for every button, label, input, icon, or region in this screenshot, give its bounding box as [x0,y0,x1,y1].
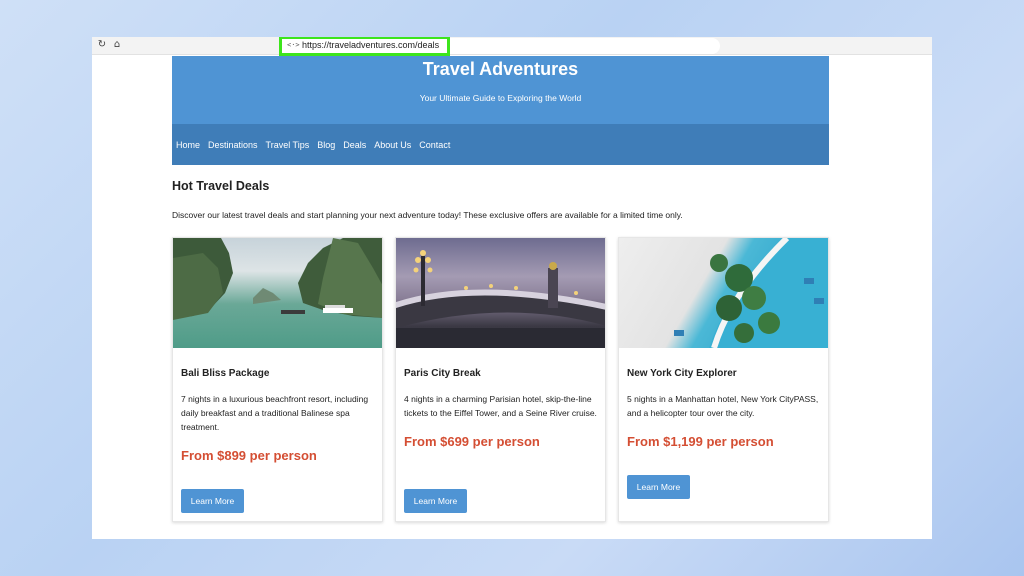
learn-more-button[interactable]: Learn More [181,489,244,513]
section-title: Hot Travel Deals [172,179,270,193]
site-title: Travel Adventures [422,59,579,79]
deal-title: Paris City Break [404,368,481,379]
web-page: Travel Adventures Your Ultimate Guide to… [172,56,829,522]
nav-item-home[interactable]: Home [176,140,200,150]
new-york-image [619,238,828,348]
paris-image [396,238,605,348]
nav-item-destinations[interactable]: Destinations [208,140,258,150]
nav-item-about-us[interactable]: About Us [374,140,411,150]
nav-item-travel-tips[interactable]: Travel Tips [266,140,310,150]
learn-more-button[interactable]: Learn More [404,489,467,513]
site-tagline: Your Ultimate Guide to Exploring the Wor… [419,93,582,103]
main-nav: Home Destinations Travel Tips Blog Deals… [172,124,829,165]
home-icon[interactable]: ⌂ [110,38,124,52]
deal-price: From $699 per person [404,434,540,449]
learn-more-button[interactable]: Learn More [627,475,690,499]
reload-icon[interactable]: ↻ [95,38,109,52]
deal-description: 4 nights in a charming Parisian hotel, s… [404,394,597,418]
bali-image [173,238,382,348]
site-header: Travel Adventures Your Ultimate Guide to… [172,56,829,124]
deal-cards: Bali Bliss Package 7 nights in a luxurio… [172,237,829,522]
nav-item-deals[interactable]: Deals [343,140,366,150]
browser-window: ↻ ⌂ <·> https://traveladventures.com/dea… [92,37,932,539]
deal-title: Bali Bliss Package [181,368,270,379]
deal-card-paris: Paris City Break 4 nights in a charming … [395,237,606,522]
deal-description: 5 nights in a Manhattan hotel, New York … [627,394,819,418]
deal-card-new-york: New York City Explorer 5 nights in a Man… [618,237,829,522]
deal-price: From $1,199 per person [627,434,774,449]
nav-item-blog[interactable]: Blog [317,140,335,150]
deal-card-bali: Bali Bliss Package 7 nights in a luxurio… [172,237,383,522]
deal-price: From $899 per person [181,448,317,463]
deal-title: New York City Explorer [627,368,737,379]
site-info-icon[interactable]: <·> [287,41,300,49]
intro-text: Discover our latest travel deals and sta… [172,210,683,220]
nav-item-contact[interactable]: Contact [419,140,450,150]
url-field[interactable]: <·> https://traveladventures.com/deals [279,37,450,56]
browser-toolbar: ↻ ⌂ <·> https://traveladventures.com/dea… [92,37,932,56]
url-text[interactable]: https://traveladventures.com/deals [302,40,439,50]
deal-description: 7 nights in a luxurious beachfront resor… [181,394,369,432]
